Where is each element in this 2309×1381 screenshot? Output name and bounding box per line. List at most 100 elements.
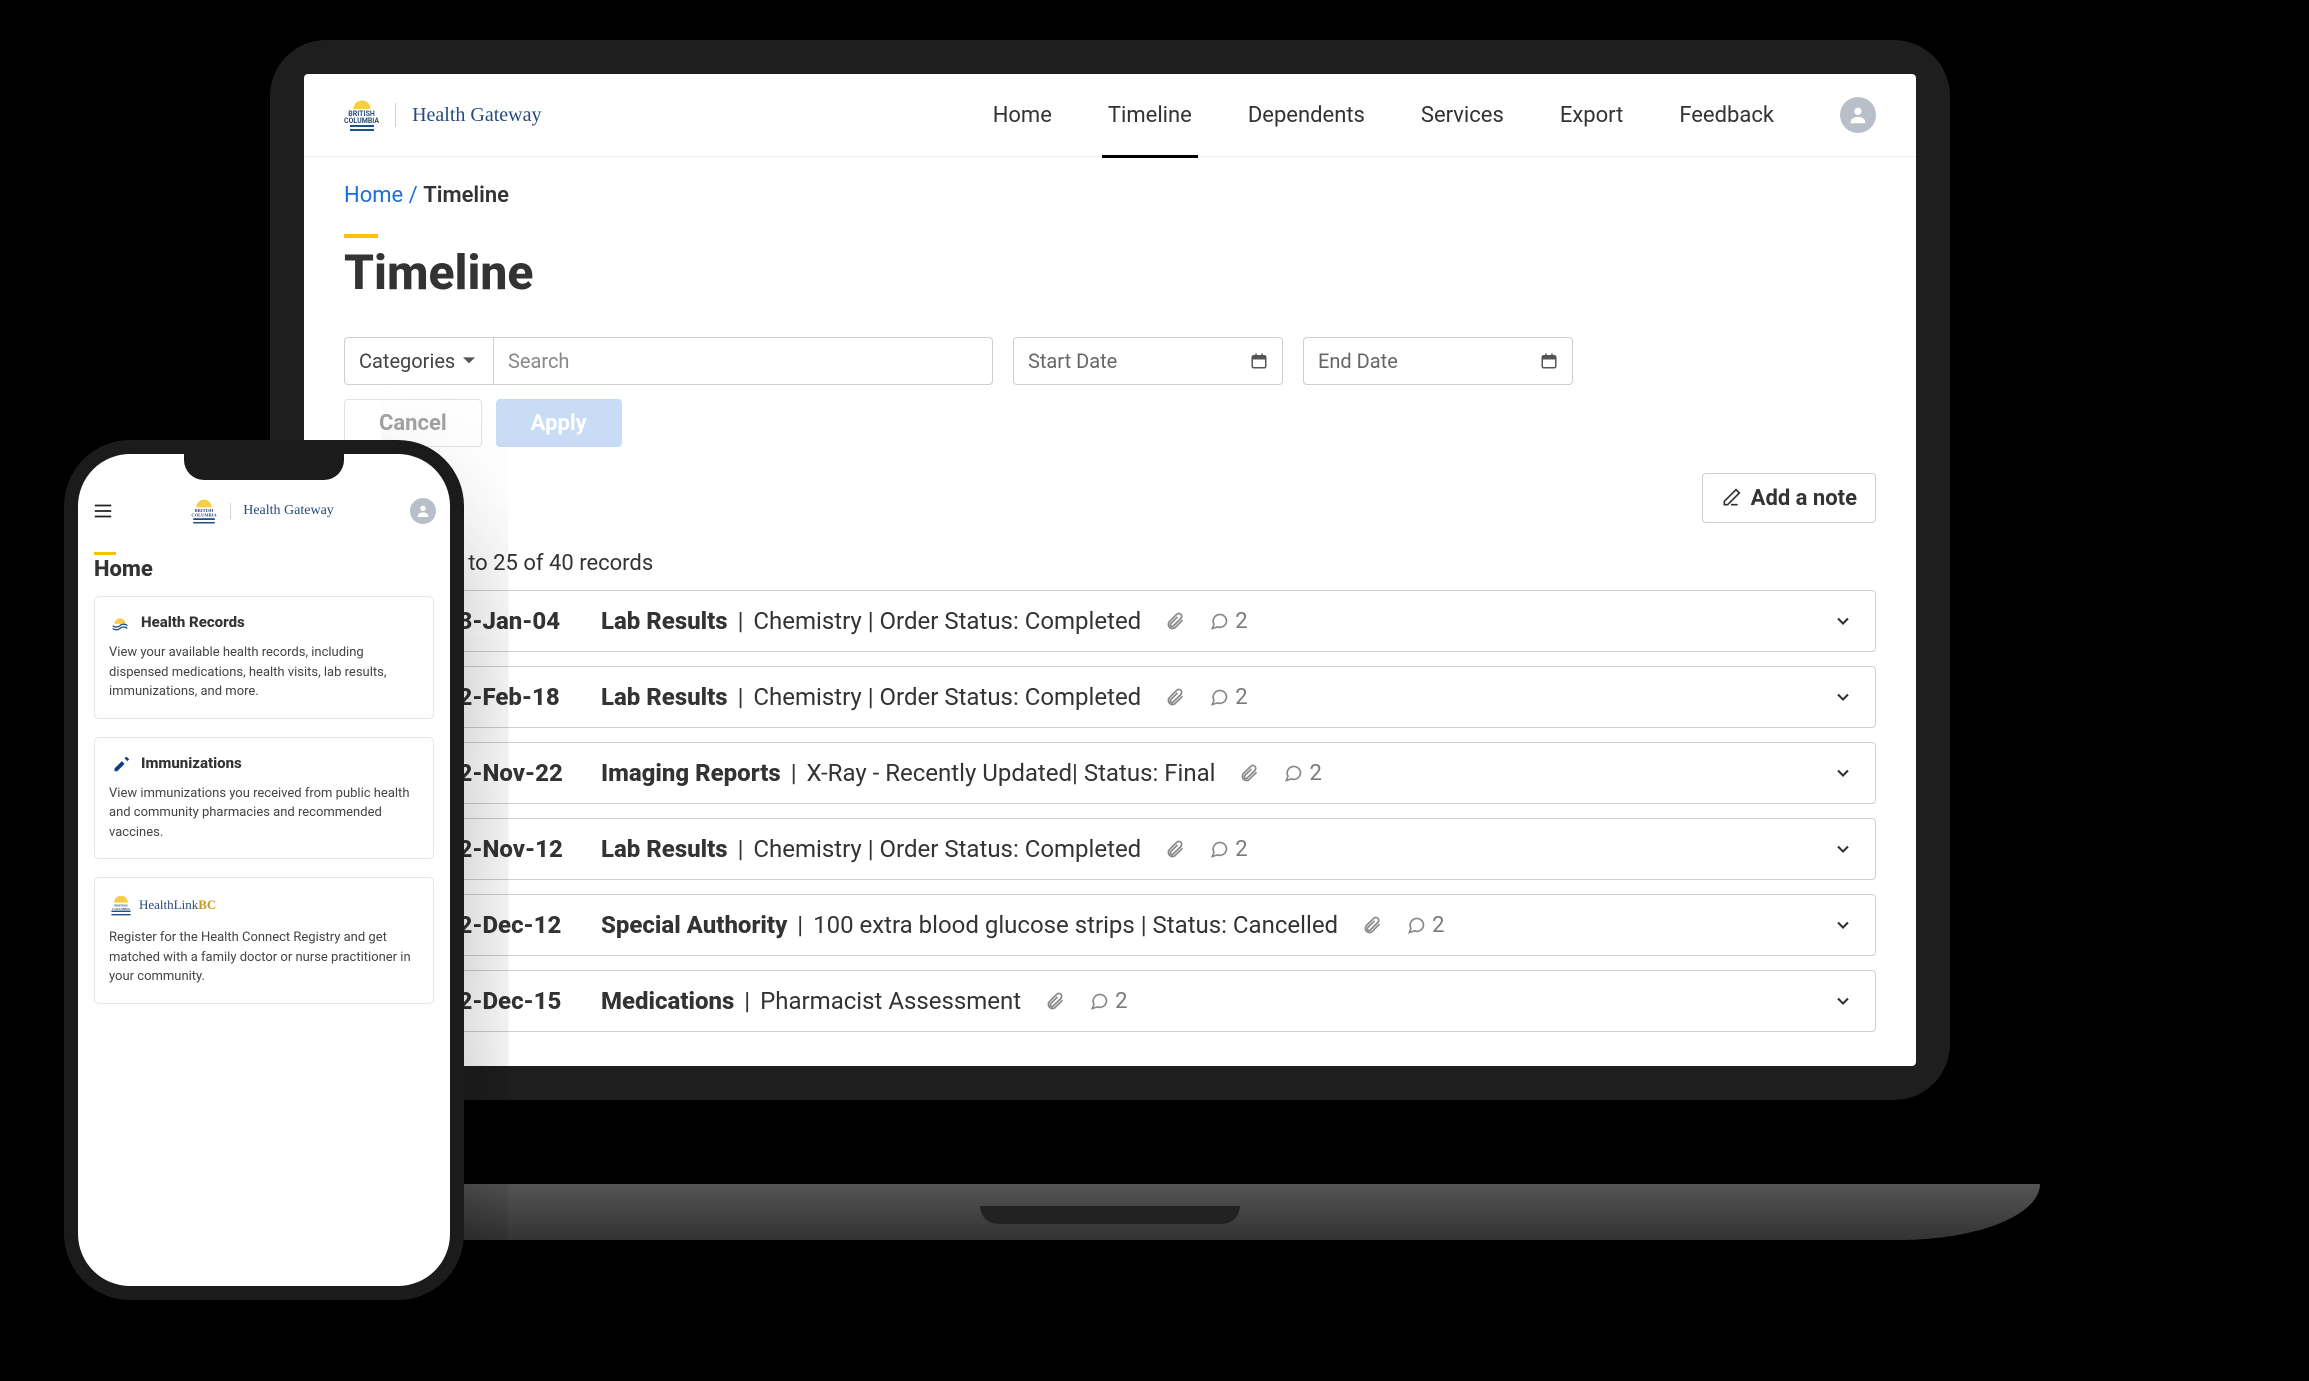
bc-government-mark: BRITISH COLUMBIA: [344, 99, 379, 131]
attachment-icon[interactable]: [1165, 611, 1185, 631]
comments[interactable]: 2: [1089, 989, 1127, 1014]
nav-export[interactable]: Export: [1554, 74, 1630, 158]
search-placeholder: Search: [508, 349, 569, 373]
add-note-button[interactable]: Add a note: [1702, 473, 1876, 523]
laptop-bezel: BRITISH COLUMBIA Health Gateway Home Tim…: [270, 40, 1950, 1100]
row-content: Lab Results | Chemistry | Order Status: …: [601, 607, 1141, 635]
sun-icon: [109, 611, 131, 633]
result-count: Displaying 1 to 25 of 40 records: [344, 551, 1876, 576]
expand-icon[interactable]: [1833, 611, 1853, 631]
expand-icon[interactable]: [1833, 687, 1853, 707]
filter-buttons: Cancel Apply: [344, 399, 1876, 447]
comment-count: 2: [1235, 837, 1247, 862]
timeline-row[interactable]: 2022-Nov-22Imaging Reports | X-Ray - Rec…: [344, 742, 1876, 804]
mobile-page-title: Home: [94, 557, 434, 582]
timeline-row[interactable]: 2022-Feb-18Lab Results | Chemistry | Ord…: [344, 666, 1876, 728]
row-meta: Chemistry | Order Status: Completed: [753, 835, 1141, 863]
nav-dependents[interactable]: Dependents: [1242, 74, 1371, 158]
expand-icon[interactable]: [1833, 839, 1853, 859]
expand-icon[interactable]: [1833, 763, 1853, 783]
row-meta: Chemistry | Order Status: Completed: [753, 683, 1141, 711]
page-title: Timeline: [344, 244, 1876, 301]
healthlink-text: HealthLink: [139, 897, 198, 912]
row-title: Lab Results: [601, 683, 728, 711]
expand-icon[interactable]: [1833, 915, 1853, 935]
syringe-icon: [109, 752, 131, 774]
start-date-input[interactable]: Start Date: [1013, 337, 1283, 385]
row-meta: Pharmacist Assessment: [760, 987, 1021, 1015]
row-content: Lab Results | Chemistry | Order Status: …: [601, 683, 1141, 711]
row-title: Imaging Reports: [601, 759, 781, 787]
row-content: Special Authority | 100 extra blood gluc…: [601, 911, 1338, 939]
categories-dropdown[interactable]: Categories: [344, 337, 494, 385]
filters-row: Categories Search Start Date: [344, 337, 1876, 385]
timeline-rows: 2023-Jan-04Lab Results | Chemistry | Ord…: [344, 590, 1876, 1032]
user-avatar[interactable]: [1840, 97, 1876, 133]
attachment-icon[interactable]: [1045, 991, 1065, 1011]
page-title-block: Timeline: [344, 234, 1876, 301]
timeline-row[interactable]: 2022-Nov-12Lab Results | Chemistry | Ord…: [344, 818, 1876, 880]
laptop-mockup: BRITISH COLUMBIA Health Gateway Home Tim…: [270, 40, 1950, 1200]
nav-timeline[interactable]: Timeline: [1102, 74, 1198, 158]
nav-services[interactable]: Services: [1415, 74, 1510, 158]
timeline-row[interactable]: 2023-Jan-04Lab Results | Chemistry | Ord…: [344, 590, 1876, 652]
row-meta: 100 extra blood glucose strips | Status:…: [813, 911, 1338, 939]
card-title: Immunizations: [141, 754, 242, 772]
row-title: Special Authority: [601, 911, 787, 939]
phone-mockup: BRITISH COLUMBIA Health Gateway Home: [64, 440, 464, 1300]
row-meta: Chemistry | Order Status: Completed: [753, 607, 1141, 635]
main-nav: Home Timeline Dependents Services Export…: [987, 74, 1780, 158]
nav-feedback[interactable]: Feedback: [1673, 74, 1780, 158]
start-date-placeholder: Start Date: [1028, 349, 1117, 373]
attachment-icon[interactable]: [1165, 687, 1185, 707]
comments[interactable]: 2: [1283, 761, 1321, 786]
attachment-icon[interactable]: [1165, 839, 1185, 859]
card-health-records[interactable]: Health Records View your available healt…: [94, 596, 434, 719]
mobile-brand-name: Health Gateway: [243, 503, 334, 519]
card-healthlink[interactable]: BRITISH COLUMBIA HealthLinkBC Register f…: [94, 877, 434, 1004]
hamburger-icon[interactable]: [92, 500, 114, 522]
desktop-app: BRITISH COLUMBIA Health Gateway Home Tim…: [304, 74, 1916, 1066]
add-note-label: Add a note: [1751, 486, 1857, 511]
actions-row: Add a note: [344, 473, 1876, 523]
breadcrumb-home[interactable]: Home: [344, 183, 403, 208]
breadcrumb-current: Timeline: [423, 183, 509, 208]
phone-notch: [184, 454, 344, 480]
row-title: Lab Results: [601, 835, 728, 863]
user-icon: [1847, 104, 1869, 126]
comments[interactable]: 2: [1209, 837, 1247, 862]
bc-line2: COLUMBIA: [344, 118, 379, 125]
brand-name: Health Gateway: [412, 104, 541, 127]
comment-count: 2: [1235, 609, 1247, 634]
breadcrumb-sep: /: [409, 183, 418, 208]
comments[interactable]: 2: [1209, 609, 1247, 634]
title-accent-bar: [344, 234, 378, 238]
card-title: Health Records: [141, 613, 245, 631]
end-date-input[interactable]: End Date: [1303, 337, 1573, 385]
attachment-icon[interactable]: [1362, 915, 1382, 935]
comments[interactable]: 2: [1209, 685, 1247, 710]
timeline-row[interactable]: 2022-Dec-15Medications | Pharmacist Asse…: [344, 970, 1876, 1032]
mobile-user-avatar[interactable]: [410, 498, 436, 524]
healthlink-bc: BC: [198, 897, 216, 912]
app-header: BRITISH COLUMBIA Health Gateway Home Tim…: [304, 74, 1916, 157]
mobile-app: BRITISH COLUMBIA Health Gateway Home: [78, 454, 450, 1286]
row-title: Lab Results: [601, 607, 728, 635]
laptop-notch: [980, 1206, 1240, 1224]
healthlink-logo: BRITISH COLUMBIA HealthLinkBC: [109, 892, 419, 918]
expand-icon[interactable]: [1833, 991, 1853, 1011]
timeline-row[interactable]: 2022-Dec-12Special Authority | 100 extra…: [344, 894, 1876, 956]
comments[interactable]: 2: [1406, 913, 1444, 938]
categories-label: Categories: [359, 349, 455, 373]
end-date-placeholder: End Date: [1318, 349, 1398, 373]
edit-icon: [1721, 488, 1741, 508]
mobile-brand-logo: BRITISH COLUMBIA Health Gateway: [190, 497, 334, 525]
search-input[interactable]: Search: [494, 337, 993, 385]
apply-button[interactable]: Apply: [496, 399, 622, 447]
comment-count: 2: [1432, 913, 1444, 938]
row-content: Lab Results | Chemistry | Order Status: …: [601, 835, 1141, 863]
brand-logo: BRITISH COLUMBIA Health Gateway: [344, 99, 542, 131]
nav-home[interactable]: Home: [987, 74, 1058, 158]
attachment-icon[interactable]: [1239, 763, 1259, 783]
card-immunizations[interactable]: Immunizations View immunizations you rec…: [94, 737, 434, 860]
